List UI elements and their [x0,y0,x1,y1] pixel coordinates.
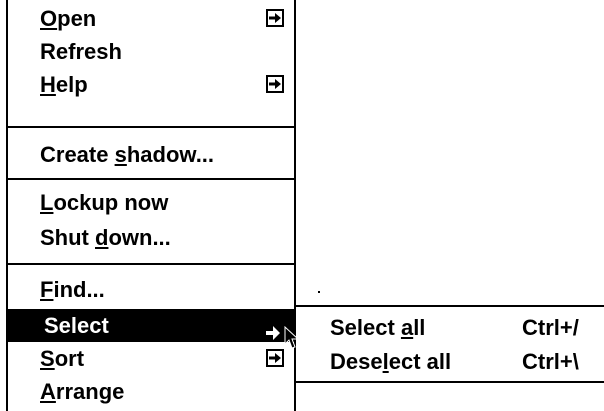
submenu-item-label: Select all [330,315,426,340]
menu-separator [8,263,294,265]
submenu-item-shortcut: Ctrl+\ [522,349,579,374]
menu-item-label: Find... [40,277,105,302]
menu-item-select[interactable]: Select [8,309,294,342]
menu-item-label: Open [40,6,97,31]
menu-separator [8,126,294,128]
right-arrow-icon [264,317,282,340]
submenu-select: Select all Ctrl+/ Deselect all Ctrl+\ [296,305,604,383]
submenu-item-label: Deselect all [330,349,452,374]
menu-item-label: Refresh [40,39,122,64]
right-arrow-box-icon [266,349,284,367]
menu-separator [8,178,294,180]
menu-item-help[interactable]: Help [8,68,294,101]
right-arrow-box-icon [266,75,284,93]
menu-item-label: Create shadow... [40,142,215,167]
menu-item-label: Select [44,313,109,338]
menu-item-refresh[interactable]: Refresh [8,35,294,68]
submenu-item-shortcut: Ctrl+/ [522,315,579,340]
menu-item-label: Arrange [40,379,125,404]
scan-speck [318,291,320,293]
menu-item-open[interactable]: Open [8,2,294,35]
submenu-item-select-all[interactable]: Select all Ctrl+/ [296,311,604,345]
submenu-item-deselect-all[interactable]: Deselect all Ctrl+\ [296,345,604,379]
menu-item-label: Lockup now [40,190,169,215]
menu-item-shut-down[interactable]: Shut down... [8,221,294,254]
menu-item-arrange[interactable]: Arrange [8,375,294,408]
menu-item-find[interactable]: Find... [8,273,294,306]
menu-item-label: Shut down... [40,225,171,250]
menu-item-sort[interactable]: Sort [8,342,294,375]
context-menu: Open Refresh Help Create shadow... Locku… [6,0,296,411]
menu-item-label: Sort [40,346,85,371]
menu-item-lockup-now[interactable]: Lockup now [8,186,294,219]
menu-item-label: Help [40,72,88,97]
right-arrow-box-icon [266,9,284,27]
menu-item-create-shadow[interactable]: Create shadow... [8,138,294,171]
